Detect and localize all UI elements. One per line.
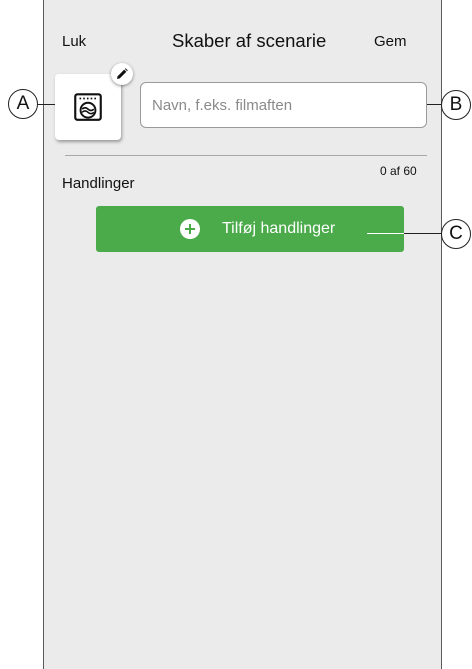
add-actions-button[interactable]: Tilføj handlinger <box>96 206 404 252</box>
callout-a: A <box>8 89 38 119</box>
callout-c-leader <box>404 233 442 235</box>
save-button[interactable]: Gem <box>374 33 407 50</box>
actions-heading: Handlinger <box>62 175 135 192</box>
plus-circle-icon <box>180 219 200 239</box>
actions-count: 0 af 60 <box>380 164 417 178</box>
scene-name-input[interactable] <box>140 82 427 128</box>
callout-b: B <box>441 90 471 120</box>
close-button[interactable]: Luk <box>62 33 86 50</box>
callout-c: C <box>441 219 471 249</box>
callout-b-leader <box>427 104 442 106</box>
page: Luk Skaber af scenarie Gem 0 af 60 Handl… <box>0 0 472 669</box>
edit-icon-button[interactable] <box>111 63 133 85</box>
divider <box>65 155 427 156</box>
pencil-icon <box>117 68 128 79</box>
scene-icon-button[interactable] <box>55 74 121 140</box>
add-actions-label: Tilføj handlinger <box>222 220 336 237</box>
page-title: Skaber af scenarie <box>172 30 327 51</box>
callout-a-leader <box>37 104 55 106</box>
scene-icon <box>74 93 102 121</box>
callout-c-leader-inner <box>367 233 404 235</box>
